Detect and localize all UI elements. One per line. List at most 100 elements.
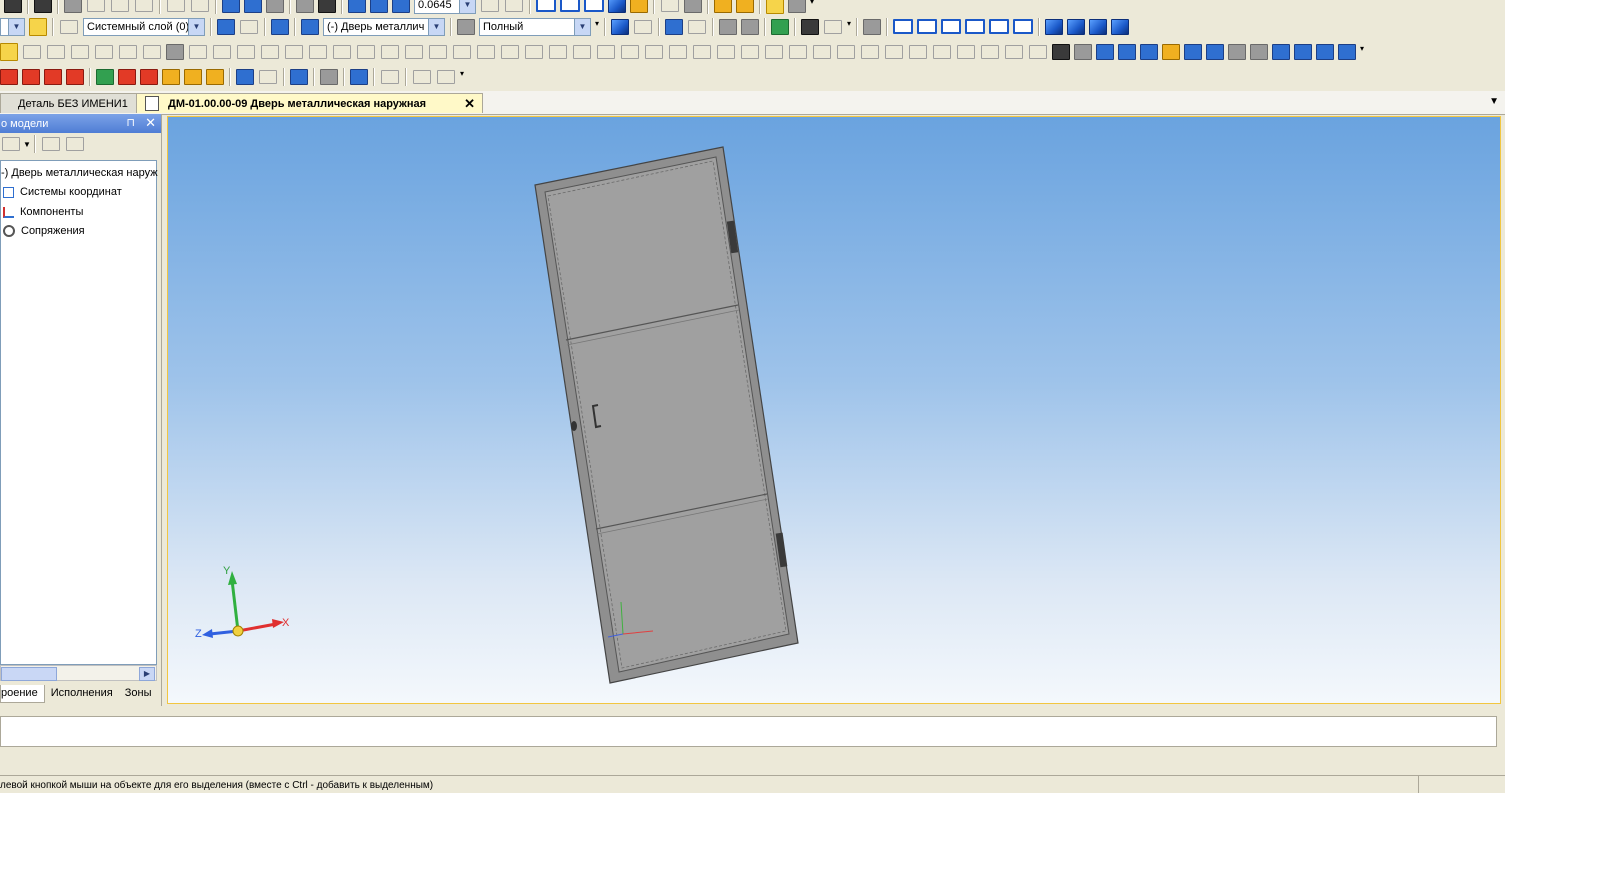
redo-icon[interactable] [191,0,209,12]
help-icon[interactable] [437,69,455,84]
array-icon[interactable] [621,44,639,59]
bisector-icon[interactable] [213,44,231,59]
layer-combo[interactable]: Системный слой (0) ▼ [83,17,205,36]
tree-horizontal-scrollbar[interactable]: ▶ [0,665,157,681]
undo-icon[interactable] [167,0,185,12]
tree-item-components[interactable]: Компоненты [3,203,83,221]
check-icon[interactable] [1029,44,1047,59]
hole-icon[interactable] [549,44,567,59]
triangle-icon[interactable] [981,44,999,59]
pointer-icon[interactable] [318,0,336,13]
coordinate-system-icon[interactable] [217,18,235,35]
3d-viewport[interactable]: Y X Z [167,116,1501,704]
zoom-in-icon[interactable] [348,0,366,13]
preview-icon[interactable] [64,0,82,13]
arc-icon[interactable] [357,44,375,59]
perpendicular-mate-icon[interactable] [140,68,158,85]
view-iso-icon[interactable] [560,0,580,12]
line-icon[interactable] [189,44,207,59]
print-icon[interactable] [34,0,52,13]
measure-distance-icon[interactable] [861,44,879,59]
distance-mate-icon[interactable] [206,68,224,85]
angle-dim-icon[interactable] [381,44,399,59]
chamfer-icon[interactable] [597,44,615,59]
chevron-down-icon[interactable]: ▼ [188,18,204,35]
tab-executions[interactable]: Исполнения [45,685,119,702]
mcc-icon[interactable] [1005,44,1023,59]
slope-icon[interactable] [717,44,735,59]
local-cs-icon[interactable] [240,19,258,34]
paste-icon[interactable] [135,0,153,12]
sweep-icon[interactable] [1272,43,1290,60]
view-selector-icon[interactable] [863,18,881,35]
dimetric-view-icon[interactable] [1067,18,1085,35]
copy-icon[interactable] [111,0,129,12]
pan-icon[interactable] [505,0,523,12]
view-right-icon[interactable] [1013,19,1033,34]
display-mode-icon[interactable] [457,18,475,35]
render-dropdown-icon[interactable] [634,19,652,34]
measure-volume-icon[interactable] [957,44,975,59]
mirror-icon[interactable] [645,44,663,59]
tab-assembly-door[interactable]: ДМ-01.00.00-09 Дверь металлическая наруж… [136,93,483,113]
diameter-dim-icon[interactable] [453,44,471,59]
filter-dropdown-icon[interactable] [684,0,702,13]
list-icon[interactable] [413,69,431,84]
base-icon[interactable] [285,44,303,59]
rotate-icon[interactable] [481,0,499,12]
mate-icon[interactable] [801,18,819,35]
boolean-icon[interactable] [1338,43,1356,60]
tabs-dropdown-icon[interactable]: ▼ [1489,96,1499,107]
axis-icon[interactable] [501,44,519,59]
stamp-icon[interactable] [166,43,184,60]
view-front-icon[interactable] [584,0,604,12]
collision-icon[interactable] [290,68,308,85]
tab-part-unnamed[interactable]: Деталь БЕЗ ИМЕНИ1 [0,93,138,113]
active-tool-icon[interactable] [0,42,18,61]
library-icon[interactable] [244,0,262,13]
percent-icon[interactable] [119,44,137,59]
current-object-icon[interactable] [301,18,319,35]
view-orientation-icon[interactable] [536,0,556,12]
cut-icon[interactable] [87,0,105,12]
perpendicular-icon[interactable] [237,44,255,59]
filter-icon[interactable] [661,0,679,12]
custom-view-icon[interactable] [1111,18,1129,35]
position-icon[interactable] [333,44,351,59]
view-left-icon[interactable] [989,19,1009,34]
standard-part-icon[interactable] [1162,43,1180,60]
gear-icon[interactable] [573,44,591,59]
tab-zones[interactable]: Зоны [119,685,158,702]
calculator-icon[interactable] [1074,43,1092,60]
shell-icon[interactable] [669,44,687,59]
chevron-down-icon[interactable]: ▼ [428,18,444,35]
toolbar-grip-icon[interactable]: ▾ [595,19,601,34]
tree-item-mates[interactable]: Сопряжения [3,222,85,240]
view-top-icon[interactable] [941,19,961,34]
axis-mate-icon[interactable] [259,69,277,84]
object-combo[interactable]: (-) Дверь металлич ▼ [323,17,445,36]
tree-toggle-icon[interactable] [736,0,754,13]
report-icon[interactable] [381,69,399,84]
cut-extrude-icon[interactable] [1316,43,1334,60]
chevron-down-icon[interactable]: ▼ [8,18,24,35]
rhomb-icon[interactable] [261,44,279,59]
omega-icon[interactable] [95,44,113,59]
layer-icon[interactable] [60,19,78,34]
toolbar-grip-icon[interactable]: ▾ [810,0,816,12]
zoom-out-icon[interactable] [392,0,410,13]
linear-dim-icon[interactable] [405,44,423,59]
toolbar-grip-icon[interactable]: ▾ [1360,44,1366,59]
component-icon[interactable] [1118,43,1136,60]
split-icon[interactable] [741,44,759,59]
select-icon[interactable] [296,0,314,13]
chevron-right-icon[interactable]: ▶ [139,667,155,681]
measure-area-icon[interactable] [933,44,951,59]
tangent-icon[interactable] [162,68,180,85]
color-icon[interactable] [665,18,683,35]
bolt-icon[interactable] [1206,43,1224,60]
zoom-window-icon[interactable] [370,0,388,13]
chevron-down-icon[interactable]: ▼ [459,0,475,13]
pipe-icon[interactable] [1184,43,1202,60]
roughness-icon[interactable] [71,44,89,59]
